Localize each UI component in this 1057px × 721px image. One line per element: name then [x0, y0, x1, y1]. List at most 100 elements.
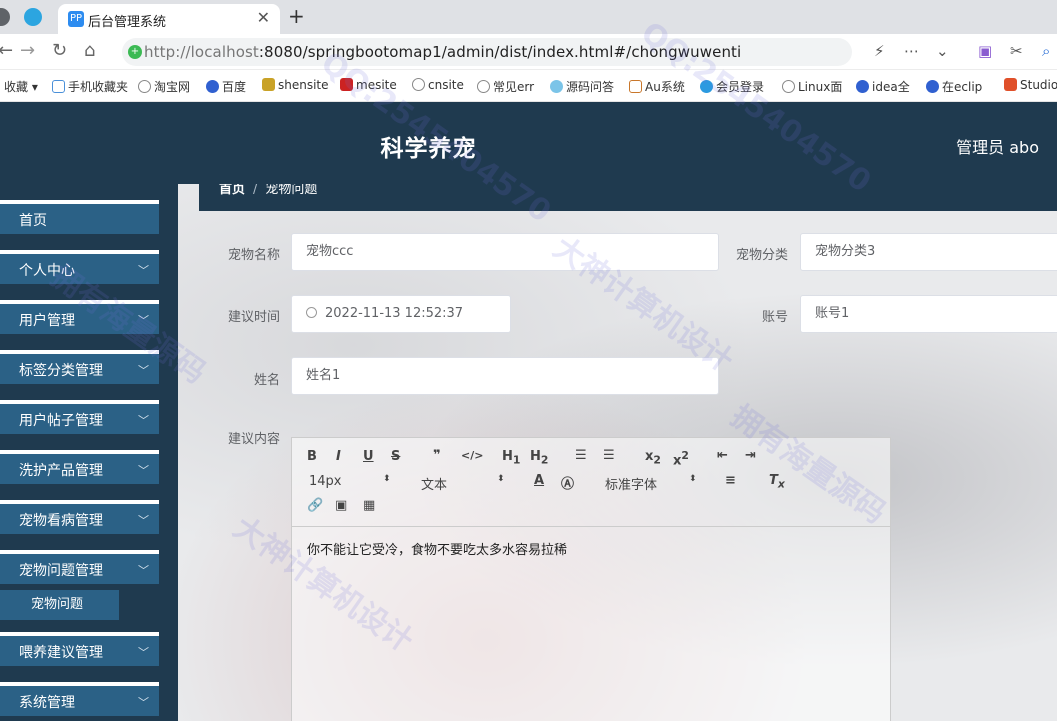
address-bar-row: ← → ↻ ⌂ + http://localhost:8080/springbo…: [0, 34, 1057, 70]
bookmark-item[interactable]: 会员登录: [700, 78, 764, 95]
strikethrough-icon[interactable]: S: [391, 449, 400, 464]
new-tab-icon[interactable]: +: [288, 4, 305, 28]
image-icon[interactable]: ▣: [335, 498, 347, 513]
bookmark-item[interactable]: 源码问答: [550, 78, 614, 95]
link-icon[interactable]: 🔗: [307, 498, 323, 513]
clear-format-icon[interactable]: Tx: [769, 473, 785, 491]
user-menu[interactable]: 管理员 abo: [956, 134, 1039, 158]
italic-icon[interactable]: I: [336, 449, 341, 464]
bookmarks-bar: 收藏 ▾ 手机收藏夹 淘宝网 百度 shensite mesite cnsite…: [0, 70, 1057, 102]
tab-favicon: PP: [68, 11, 84, 27]
font-size-select[interactable]: 14px ⬍: [309, 474, 391, 489]
heading2-icon[interactable]: H2: [530, 449, 548, 467]
sidebar-item-user-posts[interactable]: 用户帖子管理 ﹀: [0, 400, 159, 434]
sidebar: 首页 个人中心 ﹀ 用户管理 ﹀ 标签分类管理 ﹀ 用户帖子管理 ﹀ 洗护产品管理 ﹀ 宠…: [0, 184, 178, 721]
pet-category-input[interactable]: 宠物分类3: [800, 233, 1057, 271]
subscript-icon[interactable]: x2: [645, 449, 661, 467]
pet-name-label: 宠物名称: [227, 248, 280, 263]
sidebar-subitem-pet-question[interactable]: 宠物问题: [0, 590, 119, 620]
lightning-icon[interactable]: ⚡: [874, 42, 885, 60]
scissors-icon[interactable]: ✂: [1010, 42, 1023, 60]
sidebar-item-tag-category[interactable]: 标签分类管理 ﹀: [0, 350, 159, 384]
sidebar-item-home[interactable]: 首页: [0, 200, 159, 234]
select-arrows-icon: ⬍: [689, 474, 697, 484]
search-icon[interactable]: ⌕: [1042, 42, 1050, 60]
font-color-icon[interactable]: A: [534, 473, 544, 488]
browser-menu-icon[interactable]: [0, 8, 10, 26]
blockquote-icon[interactable]: ❞: [433, 448, 441, 463]
align-icon[interactable]: ≡: [725, 473, 736, 488]
chevron-down-icon: ﹀: [138, 646, 149, 659]
url-host: http://localhost: [144, 43, 259, 61]
chevron-down-icon: ﹀: [138, 514, 149, 527]
telegram-icon[interactable]: [24, 8, 42, 26]
indent-icon[interactable]: ⇥: [745, 448, 756, 463]
select-arrows-icon: ⬍: [497, 474, 505, 484]
bookmark-item[interactable]: Linux面: [782, 78, 842, 95]
editor-content[interactable]: 你不能让它受冷，食物不要吃太多水容易拉稀: [307, 539, 567, 558]
chevron-down-icon: ﹀: [138, 264, 149, 277]
back-icon[interactable]: ←: [0, 40, 13, 61]
bookmark-item[interactable]: shensite: [262, 78, 329, 92]
text-type-select[interactable]: 文本 ⬍: [421, 474, 505, 493]
breadcrumb: 首页 / 宠物问题: [199, 184, 1057, 211]
editor-toolbar: B I U S ❞ </> H1 H2 ☰ ☰ x2 x2 ⇤ ⇥ 14px ⬍ …: [292, 438, 890, 527]
bookmark-item[interactable]: Au系统: [629, 78, 685, 95]
breadcrumb-current: 宠物问题: [265, 184, 318, 197]
bookmark-item[interactable]: 常见err: [477, 78, 534, 95]
sidebar-item-personal-center[interactable]: 个人中心 ﹀: [0, 250, 159, 284]
bookmark-item[interactable]: 在eclip: [926, 78, 982, 95]
outdent-icon[interactable]: ⇤: [717, 448, 728, 463]
bookmark-item[interactable]: cnsite: [412, 78, 464, 92]
suggest-time-value: 2022-11-13 12:52:37: [325, 306, 464, 321]
chevron-down-icon: ﹀: [138, 696, 149, 709]
more-icon[interactable]: ⋯: [904, 42, 919, 60]
bullet-list-icon[interactable]: ☰: [603, 448, 615, 463]
bookmark-item[interactable]: idea全: [856, 78, 910, 95]
breadcrumb-home[interactable]: 首页: [219, 184, 245, 196]
sidebar-item-care-products[interactable]: 洗护产品管理 ﹀: [0, 450, 159, 484]
underline-icon[interactable]: U: [363, 449, 374, 464]
site-info-icon[interactable]: +: [128, 45, 142, 59]
sidebar-item-user-management[interactable]: 用户管理 ﹀: [0, 300, 159, 334]
heading1-icon[interactable]: H1: [502, 449, 520, 467]
chevron-down-icon: ﹀: [138, 414, 149, 427]
translate-icon[interactable]: ▣: [978, 42, 992, 60]
code-block-icon[interactable]: </>: [461, 449, 483, 462]
bookmark-item[interactable]: 淘宝网: [138, 78, 190, 95]
sidebar-item-feeding-advice[interactable]: 喂养建议管理 ﹀: [0, 632, 159, 666]
chevron-down-icon[interactable]: ⌄: [936, 42, 949, 60]
bold-icon[interactable]: B: [307, 449, 317, 464]
bookmark-item[interactable]: Studio: [1004, 78, 1057, 92]
home-icon[interactable]: ⌂: [84, 40, 95, 61]
forward-icon[interactable]: →: [20, 40, 35, 61]
name-input[interactable]: 姓名1: [291, 357, 719, 395]
app-header: 科学养宠 管理员 abo: [0, 102, 1057, 184]
bookmark-item[interactable]: 百度: [206, 78, 246, 95]
sidebar-item-pet-clinic[interactable]: 宠物看病管理 ﹀: [0, 500, 159, 534]
font-family-select[interactable]: 标准字体 ⬍: [605, 474, 697, 493]
superscript-icon[interactable]: x2: [673, 449, 689, 468]
app-title: 科学养宠: [380, 136, 477, 162]
sidebar-item-pet-questions[interactable]: 宠物问题管理 ﹀: [0, 550, 159, 584]
browser-tab-bar: PP 后台管理系统 ✕ +: [0, 0, 1057, 34]
clock-icon: [306, 307, 317, 318]
breadcrumb-separator: /: [253, 184, 258, 197]
browser-tab[interactable]: PP 后台管理系统 ✕: [58, 4, 280, 34]
background-color-icon[interactable]: Ⓐ: [561, 473, 574, 492]
bookmark-item[interactable]: 收藏 ▾: [4, 78, 38, 95]
bookmark-item[interactable]: mesite: [340, 78, 397, 92]
account-label: 账号: [761, 310, 788, 325]
url-field[interactable]: + http://localhost:8080/springbootomap1/…: [122, 38, 852, 66]
suggest-time-picker[interactable]: 2022-11-13 12:52:37: [291, 295, 511, 333]
sidebar-item-system[interactable]: 系统管理 ﹀: [0, 682, 159, 716]
bookmark-item[interactable]: 手机收藏夹: [52, 78, 128, 95]
ordered-list-icon[interactable]: ☰: [575, 448, 587, 463]
account-input[interactable]: 账号1: [800, 295, 1057, 333]
name-label: 姓名: [253, 373, 280, 388]
reload-icon[interactable]: ↻: [52, 40, 67, 61]
video-icon[interactable]: ▦: [363, 498, 375, 513]
close-tab-icon[interactable]: ✕: [257, 8, 270, 27]
pet-name-input[interactable]: 宠物ccc: [291, 233, 719, 271]
content-label: 建议内容: [227, 432, 280, 447]
